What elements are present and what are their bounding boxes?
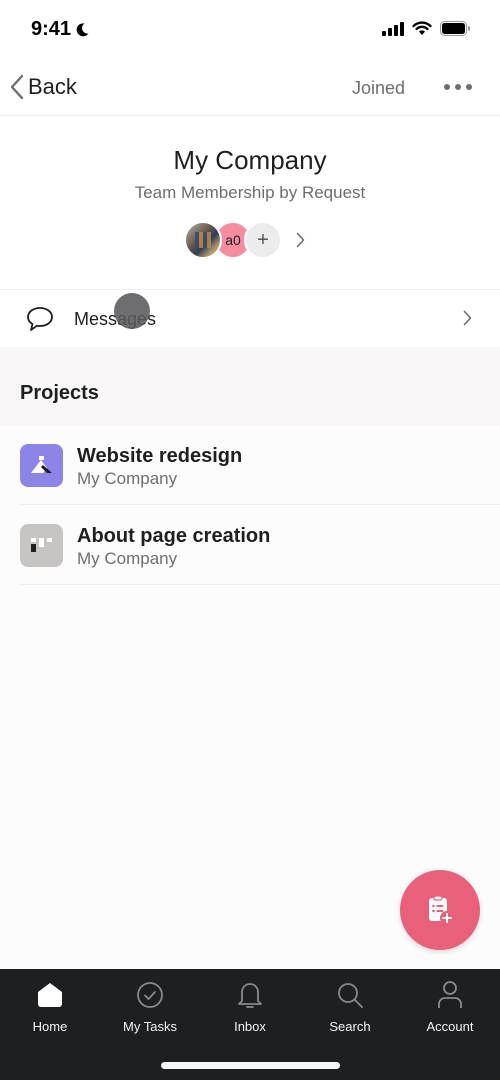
tab-label: Home [32,1019,68,1034]
tab-account[interactable]: Account [400,979,500,1035]
person-icon [438,981,462,1008]
status-bar: 9:41 [0,0,500,60]
member-avatars[interactable]: a0 + [184,221,305,259]
tab-inbox[interactable]: Inbox [200,979,300,1035]
project-team: My Company [77,549,178,568]
touch-indicator [114,293,150,329]
tab-label: My Tasks [123,1019,177,1034]
home-icon [38,983,62,1007]
cellular-signal-icon [382,21,404,36]
project-row-about-page-creation[interactable]: About page creation My Company [0,505,500,585]
tab-label: Inbox [234,1019,266,1034]
team-membership-subtitle: Team Membership by Request [134,183,366,202]
more-options-button[interactable] [444,84,472,90]
members-chevron[interactable] [296,232,305,248]
tab-home[interactable]: Home [0,979,100,1035]
project-name: About page creation [77,525,271,547]
speech-bubble-icon [27,307,53,331]
clock-text: 9:41 [31,18,72,40]
check-circle-icon [137,982,163,1008]
add-member-button[interactable]: + [244,221,282,259]
add-task-clipboard-icon [429,895,454,925]
more-horizontal-icon [466,84,472,90]
team-header: My Company Team Membership by Request a0… [0,117,500,289]
joined-button[interactable]: Joined [352,78,405,99]
avatar[interactable] [184,221,222,259]
more-horizontal-icon [444,84,450,90]
home-indicator[interactable] [161,1062,340,1069]
bell-icon [238,983,262,1008]
project-row-website-redesign[interactable]: Website redesign My Company [0,425,500,505]
project-team: My Company [77,469,178,488]
search-icon [338,983,363,1008]
tab-my-tasks[interactable]: My Tasks [100,979,200,1035]
status-time: 9:41 [31,18,90,41]
mountain-flag-icon [20,444,63,487]
blocks-icon [20,524,63,567]
tab-label: Search [329,1019,371,1034]
projects-title: Projects [20,382,99,404]
chevron-right-icon [296,232,305,248]
tab-label: Account [426,1019,474,1034]
project-name: Website redesign [77,445,243,467]
moon-icon [76,22,89,36]
tab-search[interactable]: Search [300,979,400,1035]
projects-section-header: Projects [0,347,500,425]
divider [20,584,500,585]
plus-icon: + [257,228,269,251]
wifi-icon [412,21,432,35]
add-task-button[interactable] [400,870,480,950]
team-name: My Company [173,145,327,175]
back-label: Back [28,74,77,99]
navigation-bar: Back Joined [0,62,500,116]
chevron-left-icon [10,74,24,100]
battery-icon [440,21,470,36]
back-button[interactable]: Back [10,74,77,100]
messages-row[interactable]: Messages [0,289,500,347]
more-horizontal-icon [455,84,461,90]
avatar-initials: a0 [225,232,241,248]
chevron-right-icon [463,310,472,326]
